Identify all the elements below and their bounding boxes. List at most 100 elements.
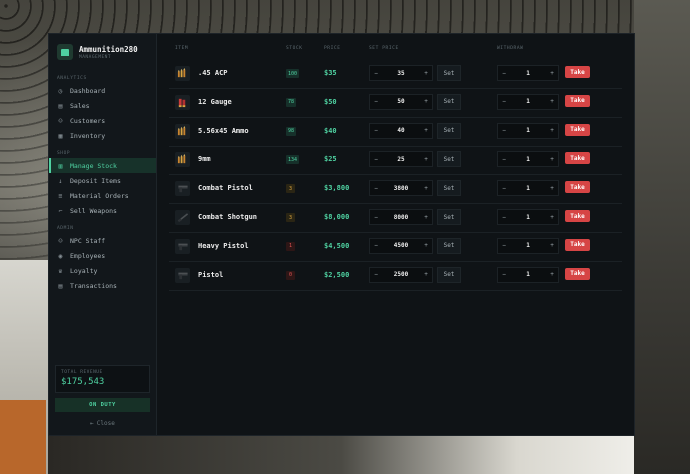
item-price: $25 (324, 155, 337, 164)
set-price-input[interactable]: 8000 (382, 214, 420, 221)
sidebar-item-dashboard[interactable]: ◷ Dashboard (49, 83, 156, 98)
take-button[interactable]: Take (565, 181, 590, 194)
withdraw-qty-input[interactable]: 1 (510, 98, 546, 105)
set-price-button[interactable]: Set (437, 122, 461, 139)
qty-increment-button[interactable]: + (546, 127, 558, 134)
item-name: Heavy Pistol (198, 241, 249, 250)
sidebar-item-customers[interactable]: ☺ Customers (49, 113, 156, 128)
price-decrement-button[interactable]: − (370, 185, 382, 192)
price-increment-button[interactable]: + (420, 214, 432, 221)
employees-icon: ◉ (58, 251, 63, 260)
price-increment-button[interactable]: + (420, 185, 432, 192)
qty-decrement-button[interactable]: − (498, 156, 510, 163)
qty-increment-button[interactable]: + (546, 185, 558, 192)
take-button[interactable]: Take (565, 123, 590, 136)
set-price-input[interactable]: 40 (382, 127, 420, 134)
price-decrement-button[interactable]: − (370, 271, 382, 278)
sidebar-item-employees[interactable]: ◉ Employees (49, 248, 156, 263)
price-decrement-button[interactable]: − (370, 127, 382, 134)
price-increment-button[interactable]: + (420, 127, 432, 134)
price-increment-button[interactable]: + (420, 242, 432, 249)
qty-increment-button[interactable]: + (546, 156, 558, 163)
price-decrement-button[interactable]: − (370, 242, 382, 249)
take-button[interactable]: Take (565, 267, 590, 280)
orders-icon: ≡ (58, 191, 63, 200)
sidebar-item-material-orders[interactable]: ≡ Material Orders (49, 188, 156, 203)
sidebar-item-label: NPC Staff (70, 236, 106, 245)
set-price-input[interactable]: 50 (382, 98, 420, 105)
sidebar-item-sales[interactable]: ▤ Sales (49, 98, 156, 113)
stock-badge: 3 (286, 213, 295, 222)
sidebar-nav: ANALYTICS ◷ Dashboard ▤ Sales ☺ Customers ▦ Inve… (49, 76, 156, 293)
set-price-input[interactable]: 2500 (382, 271, 420, 278)
price-decrement-button[interactable]: − (370, 156, 382, 163)
withdraw-qty-input[interactable]: 1 (510, 156, 546, 163)
stock-badge: 3 (286, 184, 295, 194)
set-price-button[interactable]: Set (437, 180, 461, 197)
price-increment-button[interactable]: + (420, 156, 432, 163)
item-name: 12 Gauge (198, 97, 232, 106)
revenue-value: $175,543 (61, 377, 105, 387)
withdraw-qty-input[interactable]: 1 (510, 185, 546, 192)
withdraw-qty-input[interactable]: 1 (510, 242, 546, 249)
set-price-button[interactable]: Set (437, 93, 461, 110)
sidebar: Ammunition280 MANAGEMENT ANALYTICS ◷ Dashb… (49, 34, 157, 435)
qty-increment-button[interactable]: + (546, 98, 558, 105)
set-price-button[interactable]: Set (437, 209, 461, 225)
sidebar-item-manage-stock[interactable]: ▥ Manage Stock (49, 158, 156, 173)
qty-increment-button[interactable]: + (546, 70, 558, 77)
shotgun-icon (175, 210, 190, 225)
sidebar-item-loyalty[interactable]: ♛ Loyalty (49, 263, 156, 278)
set-price-button[interactable]: Set (437, 151, 461, 168)
qty-decrement-button[interactable]: − (498, 271, 510, 278)
qty-decrement-button[interactable]: − (498, 70, 510, 77)
take-button[interactable]: Take (565, 152, 590, 165)
qty-decrement-button[interactable]: − (498, 242, 510, 249)
ammo-icon (175, 123, 190, 139)
price-decrement-button[interactable]: − (370, 98, 382, 105)
take-button[interactable]: Take (565, 66, 590, 78)
stock-table-panel: ITEM STOCK PRICE SET PRICE WITHDRAW .45 … (157, 34, 634, 435)
qty-decrement-button[interactable]: − (498, 185, 510, 192)
price-decrement-button[interactable]: − (370, 214, 382, 221)
withdraw-qty-input[interactable]: 1 (510, 127, 546, 134)
qty-decrement-button[interactable]: − (498, 127, 510, 134)
set-price-stepper: − 25 + (369, 151, 433, 168)
price-increment-button[interactable]: + (420, 271, 432, 278)
stock-badge: 134 (286, 155, 300, 165)
sidebar-item-transactions[interactable]: ▤ Transactions (49, 278, 156, 293)
take-button[interactable]: Take (565, 238, 590, 251)
set-price-button[interactable]: Set (437, 65, 461, 81)
set-price-button[interactable]: Set (437, 237, 461, 254)
on-duty-button[interactable]: ON DUTY (55, 398, 150, 412)
withdraw-qty-input[interactable]: 1 (510, 70, 546, 77)
sales-icon: ▤ (58, 101, 63, 110)
item-price: $50 (324, 97, 337, 106)
qty-increment-button[interactable]: + (546, 242, 558, 249)
sidebar-item-npc-staff[interactable]: ☺ NPC Staff (49, 233, 156, 248)
qty-decrement-button[interactable]: − (498, 98, 510, 105)
set-price-button[interactable]: Set (437, 266, 461, 283)
qty-increment-button[interactable]: + (546, 214, 558, 221)
qty-increment-button[interactable]: + (546, 271, 558, 278)
withdraw-qty-input[interactable]: 1 (510, 214, 546, 221)
sidebar-item-sell-weapons[interactable]: ⌐ Sell Weapons (49, 203, 156, 218)
sidebar-item-inventory[interactable]: ▦ Inventory (49, 128, 156, 143)
revenue-card: TOTAL REVENUE $175,543 (55, 365, 150, 393)
table-row: Heavy Pistol 1 $4,500 − 4500 + Set − 1 +… (169, 233, 622, 262)
price-increment-button[interactable]: + (420, 70, 432, 77)
table-row: 12 Gauge 78 $50 − 50 + Set − 1 + Take (169, 89, 622, 118)
close-button[interactable]: ⇤ Close (55, 417, 150, 429)
take-button[interactable]: Take (565, 94, 590, 107)
qty-decrement-button[interactable]: − (498, 214, 510, 221)
set-price-input[interactable]: 4500 (382, 242, 420, 249)
withdraw-qty-input[interactable]: 1 (510, 271, 546, 278)
sidebar-item-deposit-items[interactable]: ↓ Deposit Items (49, 173, 156, 188)
set-price-input[interactable]: 3800 (382, 185, 420, 192)
price-decrement-button[interactable]: − (370, 70, 382, 77)
loyalty-icon: ♛ (58, 266, 63, 275)
set-price-input[interactable]: 35 (382, 70, 420, 77)
set-price-input[interactable]: 25 (382, 156, 420, 163)
take-button[interactable]: Take (565, 210, 590, 222)
price-increment-button[interactable]: + (420, 98, 432, 105)
